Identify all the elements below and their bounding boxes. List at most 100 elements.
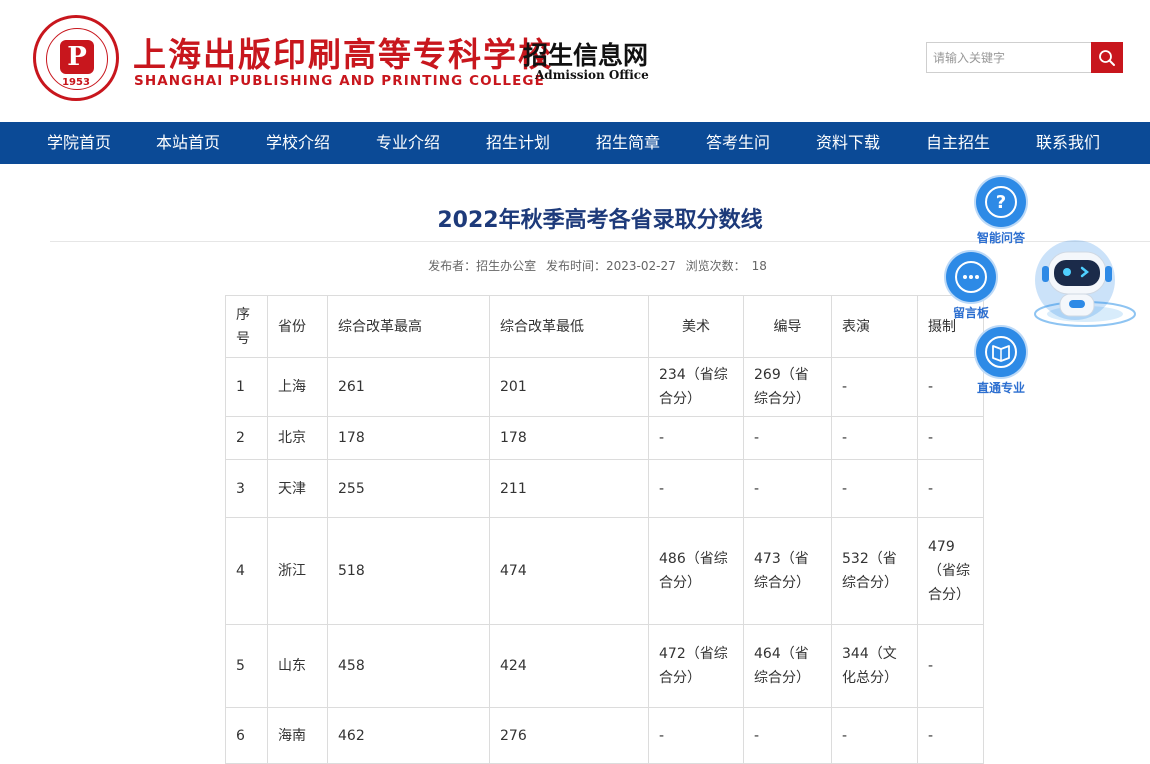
nav-item-school-intro[interactable]: 学校介绍	[243, 122, 353, 164]
table-row: 6 海南 462 276 - - - -	[225, 707, 984, 764]
table-cell: 532（省综合分）	[831, 517, 918, 625]
smart-qa-label: 智能问答	[976, 231, 1025, 245]
table-cell: -	[917, 624, 984, 708]
table-cell: 474	[489, 517, 649, 625]
table-cell: 6	[225, 707, 268, 764]
table-cell: -	[831, 416, 918, 460]
site-header: P 1953 上海出版印刷高等专科学校 SHANGHAI PUBLISHING …	[0, 0, 1150, 122]
table-cell: 261	[327, 357, 490, 417]
table-header-cell: 序号	[225, 295, 268, 358]
table-header-cell: 综合改革最低	[489, 295, 649, 358]
table-cell: 山东	[267, 624, 328, 708]
table-cell: 458	[327, 624, 490, 708]
table-cell: 255	[327, 459, 490, 518]
table-cell: 2	[225, 416, 268, 460]
table-cell: 1	[225, 357, 268, 417]
table-cell: 211	[489, 459, 649, 518]
site-name: 招生信息网	[523, 41, 649, 70]
table-cell: 5	[225, 624, 268, 708]
college-seal-logo[interactable]: P 1953	[33, 15, 119, 101]
message-board-label: 留言板	[952, 306, 989, 320]
search-button[interactable]	[1091, 42, 1123, 73]
table-cell: -	[743, 459, 832, 518]
table-cell: 234（省综合分）	[648, 357, 744, 417]
assistant-robot-icon[interactable]	[1030, 240, 1140, 340]
table-cell: -	[831, 707, 918, 764]
nav-item-college-home[interactable]: 学院首页	[24, 122, 134, 164]
table-cell: -	[743, 416, 832, 460]
seal-year: 1953	[62, 77, 90, 88]
table-header-cell: 综合改革最高	[327, 295, 490, 358]
nav-item-enrollment-plan[interactable]: 招生计划	[463, 122, 573, 164]
table-cell: 518	[327, 517, 490, 625]
nav-item-qa[interactable]: 答考生问	[683, 122, 793, 164]
nav-item-independent-admission[interactable]: 自主招生	[903, 122, 1013, 164]
table-cell: 浙江	[267, 517, 328, 625]
table-cell: -	[648, 707, 744, 764]
table-cell: -	[831, 357, 918, 417]
table-cell: 479（省综合分）	[917, 517, 984, 625]
nav-item-contact[interactable]: 联系我们	[1013, 122, 1123, 164]
nav-item-brochure[interactable]: 招生简章	[573, 122, 683, 164]
svg-text:?: ?	[996, 192, 1006, 213]
meta-time: 发布时间：2023-02-27	[545, 259, 676, 273]
table-cell: 201	[489, 357, 649, 417]
table-cell: 472（省综合分）	[648, 624, 744, 708]
table-cell: 4	[225, 517, 268, 625]
table-cell: 上海	[267, 357, 328, 417]
table-cell: 海南	[267, 707, 328, 764]
meta-publisher: 发布者：招生办公室	[428, 259, 537, 273]
score-table: 序号 省份 综合改革最高 综合改革最低 美术 编导 表演 摄制 1 上海 261…	[225, 295, 984, 764]
table-cell: 269（省综合分）	[743, 357, 832, 417]
table-cell: 北京	[267, 416, 328, 460]
meta-views-label: 浏览次数：	[685, 259, 746, 273]
major-direct-widget[interactable]: 直通专业	[976, 327, 1026, 396]
table-cell: -	[648, 416, 744, 460]
table-cell: 178	[489, 416, 649, 460]
main-nav: 学院首页 本站首页 学校介绍 专业介绍 招生计划 招生简章 答考生问 资料下载 …	[0, 122, 1150, 164]
search-box	[926, 42, 1123, 73]
table-header-cell: 编导	[743, 295, 832, 358]
chat-bubble-icon	[946, 252, 996, 302]
search-input[interactable]	[926, 42, 1091, 73]
table-row: 4 浙江 518 474 486（省综合分） 473（省综合分） 532（省综合…	[225, 517, 984, 625]
table-cell: 276	[489, 707, 649, 764]
school-name-cn: 上海出版印刷高等专科学校	[133, 35, 553, 74]
table-cell: -	[917, 357, 984, 417]
table-row: 5 山东 458 424 472（省综合分） 464（省综合分） 344（文化总…	[225, 624, 984, 708]
table-cell: 3	[225, 459, 268, 518]
table-header-cell: 美术	[648, 295, 744, 358]
table-row: 1 上海 261 201 234（省综合分） 269（省综合分） - -	[225, 357, 984, 417]
nav-item-major-intro[interactable]: 专业介绍	[353, 122, 463, 164]
table-cell: -	[917, 416, 984, 460]
table-cell: 424	[489, 624, 649, 708]
table-cell: 178	[327, 416, 490, 460]
table-cell: 486（省综合分）	[648, 517, 744, 625]
table-row: 3 天津 255 211 - - - -	[225, 459, 984, 518]
table-cell: -	[917, 707, 984, 764]
site-subtitle: Admission Office	[535, 68, 649, 82]
table-header-row: 序号 省份 综合改革最高 综合改革最低 美术 编导 表演 摄制	[225, 295, 984, 358]
table-header-cell: 省份	[267, 295, 328, 358]
book-icon	[976, 327, 1026, 377]
table-row: 2 北京 178 178 - - - -	[225, 416, 984, 460]
table-cell: -	[917, 459, 984, 518]
nav-item-downloads[interactable]: 资料下载	[793, 122, 903, 164]
meta-views: 18	[751, 259, 767, 273]
table-cell: 464（省综合分）	[743, 624, 832, 708]
table-cell: 473（省综合分）	[743, 517, 832, 625]
table-cell: -	[743, 707, 832, 764]
search-icon	[1099, 50, 1115, 66]
message-board-widget[interactable]: 留言板	[946, 252, 996, 321]
smart-qa-widget[interactable]: ? 智能问答	[976, 177, 1026, 246]
table-cell: -	[648, 459, 744, 518]
seal-monogram: P	[60, 40, 94, 74]
nav-item-site-home[interactable]: 本站首页	[133, 122, 243, 164]
table-header-cell: 表演	[831, 295, 918, 358]
table-cell: -	[831, 459, 918, 518]
major-direct-label: 直通专业	[976, 381, 1025, 395]
question-icon: ?	[976, 177, 1026, 227]
table-cell: 462	[327, 707, 490, 764]
school-name-en: SHANGHAI PUBLISHING AND PRINTING COLLEGE	[134, 73, 545, 89]
table-cell: 344（文化总分）	[831, 624, 918, 708]
